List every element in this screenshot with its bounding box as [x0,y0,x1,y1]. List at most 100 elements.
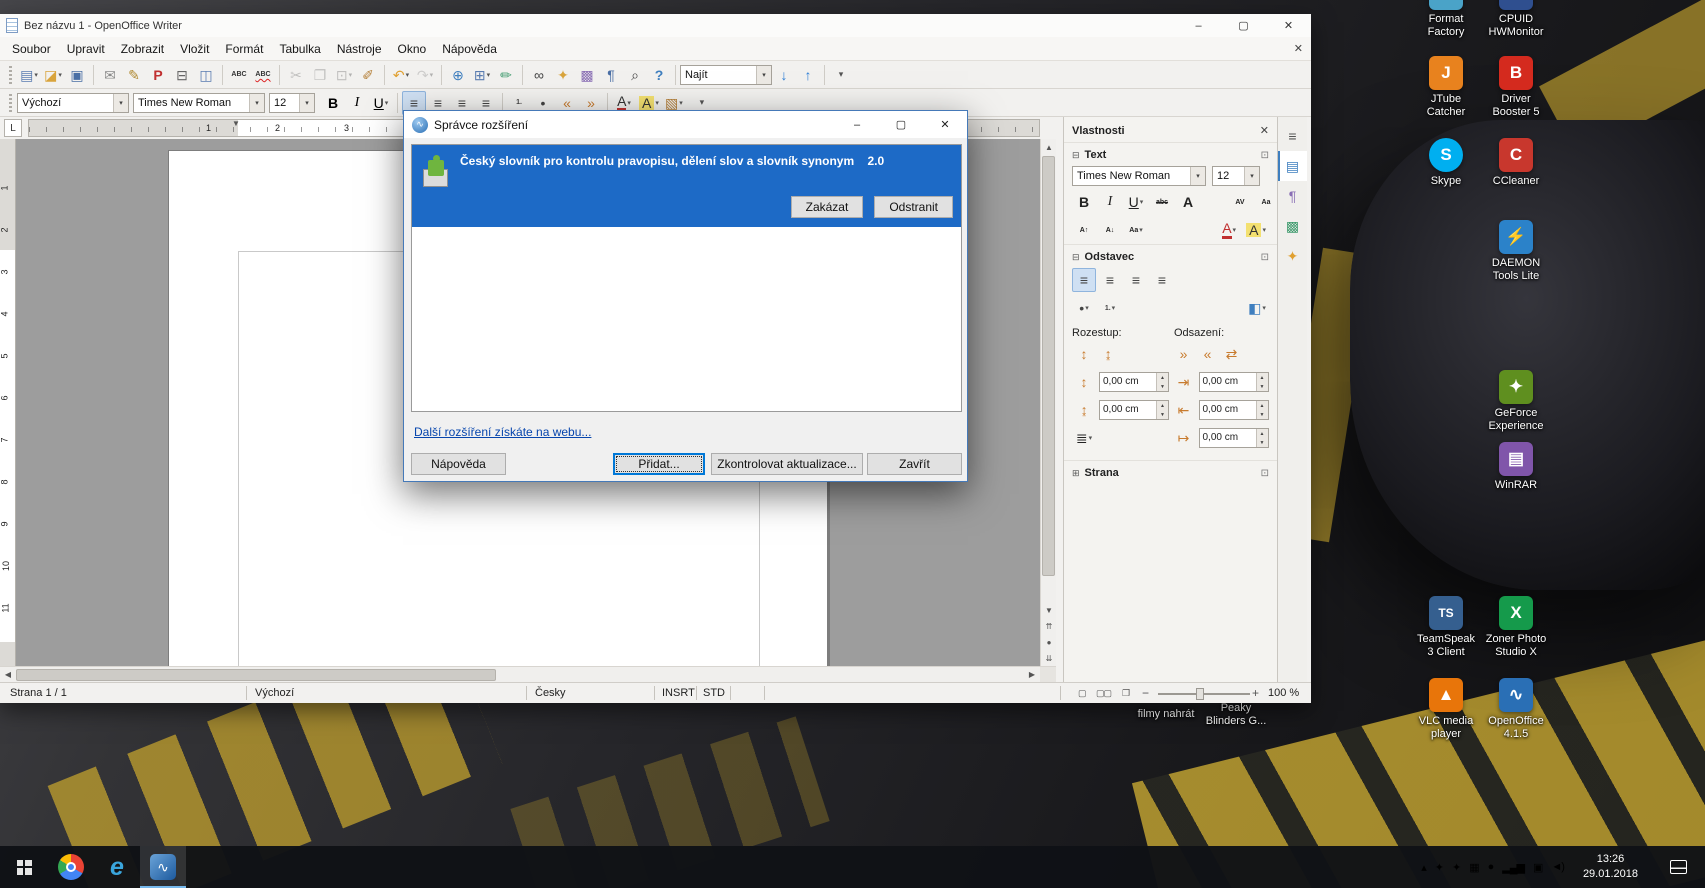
desktop-icon-openoffice-4-1-5[interactable]: ∿ OpenOffice 4.1.5 [1484,678,1548,741]
spin-down-icon[interactable]: ▼ [1257,410,1268,419]
desktop-icon-filmy-nahrat[interactable]: filmy nahrát [1134,708,1198,721]
tray-icon-volume[interactable]: ◄) [1551,861,1564,873]
toolbar-grip[interactable] [9,66,12,84]
desktop-icon-geforce-experience[interactable]: ✦ GeForce Experience [1484,370,1548,433]
toolbar-icon-zoom[interactable]: ⌕ [623,63,647,87]
toolbar-icon-email[interactable]: ✉ [98,63,122,87]
find-input[interactable]: Najít ▾ [680,65,772,85]
toolbar-icon-print[interactable]: ⊟ [170,63,194,87]
spin-down-icon[interactable]: ▼ [1257,382,1268,391]
sidebar-icon-decrease-indent[interactable]: « [1196,342,1220,366]
combo-dropdown-icon[interactable]: ▾ [1244,167,1259,185]
sidebar-icon-align-right[interactable]: ≡ [1124,268,1148,292]
sidebar-icon-change-case[interactable]: Aa ▾ [1124,218,1148,242]
tray-icon-tray-green[interactable]: ▦ [1469,861,1478,874]
font-size-select[interactable]: 12 ▾ [269,93,315,113]
dialog-close-button[interactable]: ✕ [923,111,967,138]
line-spacing-button[interactable]: ≣ ▾ [1072,426,1096,450]
combo-dropdown-icon[interactable]: ▾ [113,94,128,112]
sidebar-tab-navigator[interactable]: ✦ [1278,241,1307,271]
sidebar-tab-gallery[interactable]: ▩ [1278,211,1307,241]
sidebar-icon-highlight[interactable]: A ▾ [1243,218,1269,242]
disable-button[interactable]: Zakázat [791,196,864,218]
combo-dropdown-icon[interactable]: ▾ [299,94,314,112]
toolbar-icon[interactable] [441,65,442,85]
sidebar-tab-sidebar-menu[interactable]: ≡ [1278,121,1307,151]
toolbar-icon[interactable] [93,65,94,85]
find-previous-button[interactable]: ↑ [796,63,820,87]
minimize-button[interactable]: – [1176,14,1221,37]
indent-marker-icon[interactable]: ▼ [232,120,240,128]
expand-icon[interactable]: ⊞ [1072,468,1080,479]
sidebar-icon-decrease-spacing[interactable]: ↨ [1096,342,1120,366]
toolbar-overflow-button[interactable]: ▾ [829,63,853,87]
tray-icon-hidden-icons[interactable]: ▴ [1421,861,1426,874]
toolbar-icon-hyperlink[interactable]: ⊕ [446,63,470,87]
tab-stop-selector[interactable]: L [4,119,22,137]
desktop-icon-ccleaner[interactable]: C CCleaner [1484,138,1548,188]
sidebar-icon-shadow[interactable]: A [1176,190,1200,214]
spin-up-icon[interactable]: ▲ [1257,429,1268,438]
desktop-icon-jtube-catcher[interactable]: J JTube Catcher [1414,56,1478,119]
menu-item[interactable]: Formát [217,39,271,59]
action-center-button[interactable] [1657,860,1699,874]
taskbar-clock[interactable]: 13:26 29.01.2018 [1573,852,1648,882]
sidebar-icon-increase-spacing[interactable]: ↕ [1072,342,1096,366]
zoom-level[interactable]: 100 % [1268,687,1299,699]
tray-icon-tray-circle[interactable]: ● [1488,861,1494,873]
toolbar-icon-open[interactable]: ◪ ▾ [41,63,65,87]
sidebar-icon-switch-indent[interactable]: ⇄ [1220,342,1244,366]
desktop-icon-teamspeak-3-client[interactable]: TS TeamSpeak 3 Client [1414,596,1478,659]
sidebar-icon-character-dialog[interactable]: Aa [1254,190,1278,214]
sidebar-icon[interactable] [1124,296,1243,320]
scroll-left-icon[interactable]: ◀ [0,667,16,683]
sidebar-icon-italic[interactable]: I [1098,190,1122,214]
previous-page-button[interactable]: ⇈ [1041,618,1056,634]
desktop-icon-skype[interactable]: S Skype [1414,138,1478,188]
desktop-icon-zoner-photo-studio-x[interactable]: X Zoner Photo Studio X [1484,596,1548,659]
view-layout-icon-multi-page[interactable]: ▢▢ [1096,688,1111,699]
desktop-icon-format-factory[interactable]: F Format Factory [1414,0,1478,39]
sidebar-icon-numbering[interactable]: 1. ▾ [1098,296,1122,320]
toolbar-icon-undo[interactable]: ↶ ▾ [389,63,413,87]
close-button[interactable]: ✕ [1266,14,1311,37]
sidebar-icon-paragraph-background[interactable]: ◧ ▾ [1245,296,1269,320]
spacing-below-input[interactable]: 0,00 cm ▲▼ [1099,400,1169,420]
toolbar-icon-save[interactable]: ▣ [65,63,89,87]
sidebar-close-icon[interactable]: ✕ [1260,124,1269,137]
check-updates-button[interactable]: Zkontrolovat aktualizace... [711,453,863,475]
sidebar-icon-strikethrough[interactable]: abc [1150,190,1174,214]
menu-item[interactable]: Nástroje [329,39,390,59]
scroll-up-icon[interactable]: ▲ [1041,139,1056,155]
indent-after-input[interactable]: 0,00 cm ▲▼ [1199,400,1269,420]
taskbar-app-openoffice[interactable]: ∿ [140,846,186,888]
combo-dropdown-icon[interactable]: ▾ [1190,167,1205,185]
help-button[interactable]: Nápověda [411,453,506,475]
desktop-icon-driver-booster-5[interactable]: B Driver Booster 5 [1484,56,1548,119]
spin-down-icon[interactable]: ▼ [1257,438,1268,447]
maximize-button[interactable]: ▢ [1221,14,1266,37]
view-layout-icon-single-page[interactable]: ▢ [1078,688,1086,699]
section-text[interactable]: ⊟ Text ⊡ [1064,142,1277,164]
spin-up-icon[interactable]: ▲ [1257,373,1268,382]
document-close-icon[interactable]: ✕ [1294,42,1303,55]
toolbar-icon-format-paintbrush[interactable]: ✐ [356,63,380,87]
title-bar[interactable]: Bez názvu 1 - OpenOffice Writer – ▢ ✕ [0,14,1311,37]
remove-button[interactable]: Odstranit [874,196,953,218]
zoom-in-icon[interactable]: + [1252,686,1259,700]
sidebar-icon[interactable] [1202,190,1226,214]
toolbar-icon[interactable] [675,65,676,85]
sidebar-font-name-select[interactable]: Times New Roman ▾ [1072,166,1206,186]
toolbar-icon-draw-functions[interactable]: ✏ [494,63,518,87]
menu-item[interactable]: Tabulka [271,39,328,59]
add-button[interactable]: Přidat... [613,453,705,475]
toolbar-icon-paste[interactable]: ⊡ ▾ [332,63,356,87]
menu-item[interactable]: Upravit [59,39,113,59]
horizontal-scrollbar[interactable]: ◀ ▶ [0,666,1056,682]
extension-list[interactable]: Český slovník pro kontrolu pravopisu, dě… [411,144,962,412]
font-name-select[interactable]: Times New Roman ▾ [133,93,265,113]
sidebar-tab-properties[interactable]: ▤ [1278,151,1307,181]
zoom-slider[interactable] [1158,693,1250,695]
toolbar-icon-help[interactable]: ? [647,63,671,87]
spin-up-icon[interactable]: ▲ [1157,401,1168,410]
